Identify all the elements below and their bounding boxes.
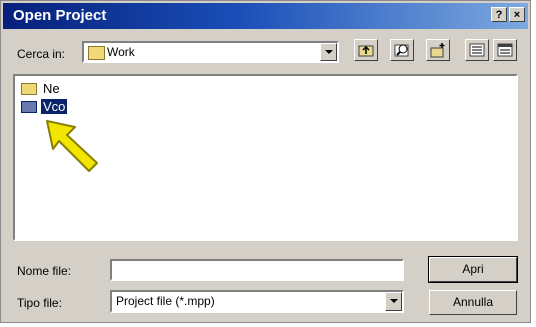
look-in-label: Cerca in:	[17, 47, 66, 61]
folder-name: Ne	[43, 81, 60, 96]
details-view-icon	[497, 43, 513, 57]
file-type-label: Tipo file:	[17, 296, 62, 310]
look-in-value: Work	[107, 45, 135, 59]
help-button[interactable]: ?	[491, 7, 507, 22]
details-view-button[interactable]	[493, 39, 517, 61]
list-view-icon	[469, 43, 485, 57]
new-folder-button[interactable]	[426, 39, 450, 61]
file-name-input[interactable]	[112, 261, 402, 279]
file-type-select[interactable]: Project file (*.mpp)	[110, 290, 404, 313]
dialog-title: Open Project	[13, 7, 107, 24]
new-folder-icon	[430, 43, 445, 58]
web-search-icon	[394, 44, 409, 57]
web-search-button[interactable]	[390, 39, 414, 61]
file-type-value: Project file (*.mpp)	[116, 294, 215, 308]
close-button[interactable]: ×	[509, 7, 525, 22]
folder-icon	[21, 101, 37, 113]
list-view-button[interactable]	[465, 39, 489, 61]
folder-icon	[21, 83, 37, 95]
cancel-button[interactable]: Annulla	[429, 290, 517, 315]
folder-name: Vco	[41, 99, 68, 114]
look-in-combobox[interactable]: Work	[82, 41, 339, 63]
chevron-down-icon[interactable]	[385, 292, 402, 311]
file-name-field[interactable]	[110, 259, 404, 281]
open-project-dialog: Open Project ? × Cerca in: Work Ne Vco N…	[0, 0, 531, 323]
folder-icon	[88, 46, 105, 60]
open-button[interactable]: Apri	[428, 256, 518, 283]
up-one-level-icon	[358, 45, 374, 57]
file-name-label: Nome file:	[17, 264, 72, 278]
arrow-pointer-icon	[46, 120, 98, 172]
up-one-level-button[interactable]	[354, 39, 378, 61]
title-bar[interactable]: Open Project ? ×	[3, 3, 528, 29]
chevron-down-icon[interactable]	[320, 43, 337, 61]
